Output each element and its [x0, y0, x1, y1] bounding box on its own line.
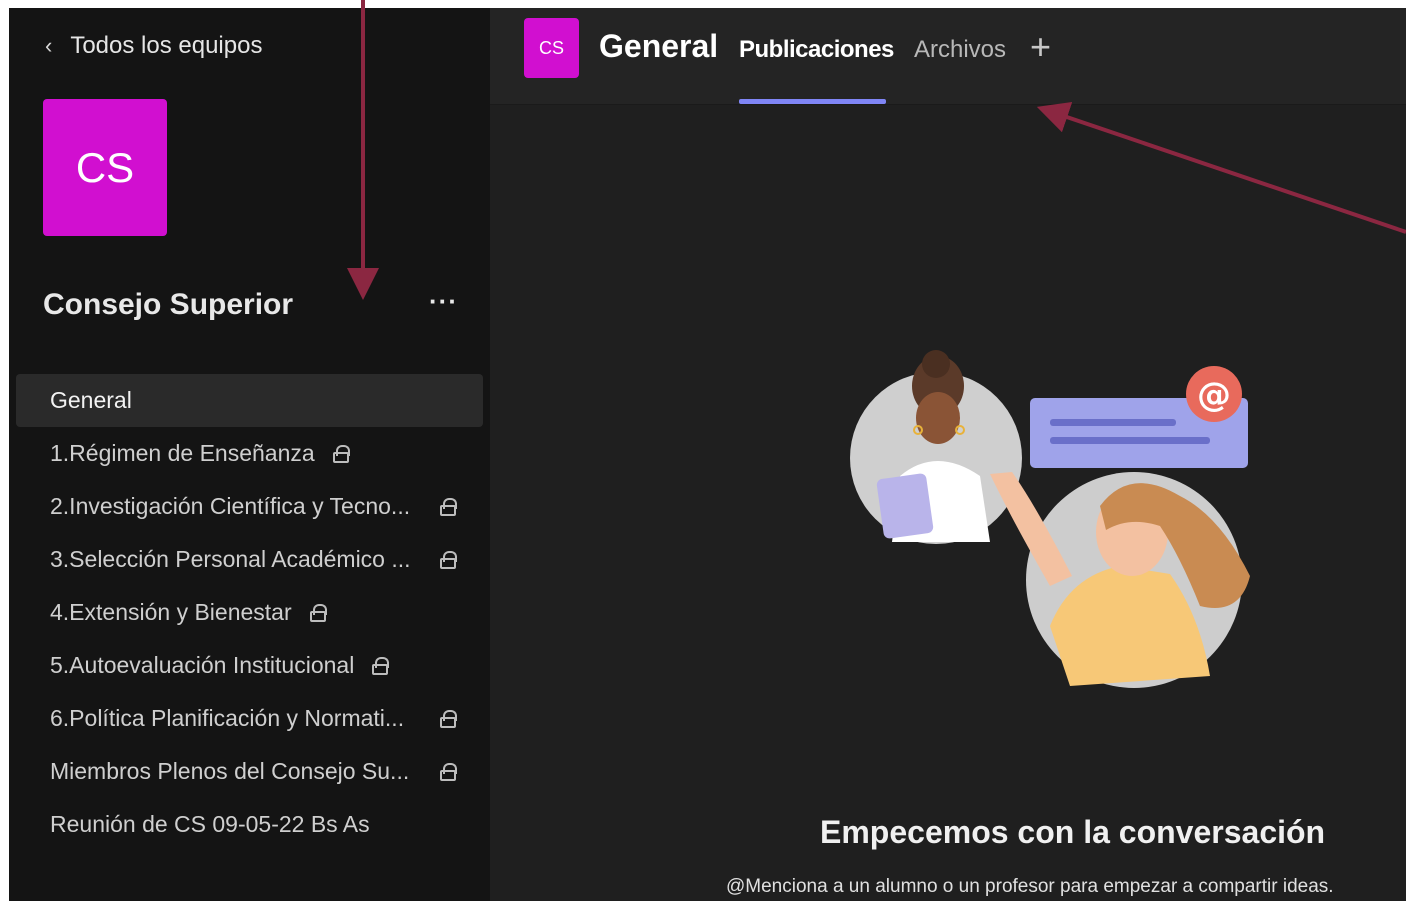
back-label: Todos los equipos [70, 32, 263, 59]
channel-general[interactable]: General [16, 374, 483, 427]
team-avatar: CS [43, 99, 167, 236]
channel-label: 5.Autoevaluación Institucional [50, 652, 355, 678]
lock-icon [440, 710, 457, 728]
lock-icon [440, 763, 457, 781]
channel-item[interactable]: 5.Autoevaluación Institucional [16, 639, 483, 692]
empty-state-title: Empecemos con la conversación [820, 814, 1326, 850]
channel-label: 4.Extensión y Bienestar [50, 599, 292, 625]
lock-icon [332, 444, 350, 463]
lock-icon [440, 498, 457, 516]
channel-label: 6.Política Planificación y Normati... [50, 705, 405, 731]
channel-avatar: CS [524, 18, 579, 78]
channel-label: Miembros Plenos del Consejo Su... [50, 758, 410, 784]
channel-label: General [50, 387, 132, 413]
channel-item[interactable]: Miembros Plenos del Consejo Su... [16, 745, 483, 798]
channel-title: General [599, 28, 719, 64]
channel-header: CS General Publicaciones Archivos + [490, 8, 1406, 105]
channel-item[interactable]: 3.Selección Personal Académico ... [16, 533, 483, 586]
team-name: Consejo Superior [43, 288, 294, 321]
add-tab-icon[interactable]: + [1030, 26, 1051, 68]
lock-icon [372, 656, 390, 675]
chevron-left-icon: ‹ [45, 33, 53, 58]
channel-label: 3.Selección Personal Académico ... [50, 546, 411, 572]
conversation-illustration: @ [850, 350, 1250, 688]
tab-publicaciones[interactable]: Publicaciones [739, 36, 894, 64]
teams-window: ‹ Todos los equipos CS Consejo Superior … [9, 8, 1406, 901]
channel-label: Reunión de CS 09-05-22 Bs As [50, 811, 370, 837]
more-options-icon[interactable]: ··· [429, 286, 458, 317]
conversation-area: @ Empecemos con la conversación @Mencion… [490, 106, 1406, 901]
channel-initials: CS [538, 37, 564, 58]
back-to-teams-link[interactable]: ‹ Todos los equipos [45, 32, 262, 60]
channel-item[interactable]: Reunión de CS 09-05-22 Bs As [16, 798, 483, 851]
channel-label: 2.Investigación Científica y Tecno... [50, 493, 411, 519]
channel-item[interactable]: 1.Régimen de Enseñanza [16, 427, 483, 480]
lock-icon [440, 551, 457, 569]
team-initials: CS [75, 143, 135, 191]
active-tab-indicator [739, 99, 886, 104]
lock-icon [309, 603, 327, 622]
channel-list: General 1.Régimen de Enseñanza 2.Investi… [16, 374, 483, 851]
empty-state-subtitle: @Menciona a un alumno o un profesor para… [726, 876, 1334, 897]
channel-item[interactable]: 4.Extensión y Bienestar [16, 586, 483, 639]
tab-archivos[interactable]: Archivos [914, 36, 1006, 64]
channel-item[interactable]: 6.Política Planificación y Normati... [16, 692, 483, 745]
channel-item[interactable]: 2.Investigación Científica y Tecno... [16, 480, 483, 533]
channel-label: 1.Régimen de Enseñanza [50, 440, 315, 466]
sidebar: ‹ Todos los equipos CS Consejo Superior … [9, 8, 490, 901]
svg-text:@: @ [1197, 375, 1231, 415]
